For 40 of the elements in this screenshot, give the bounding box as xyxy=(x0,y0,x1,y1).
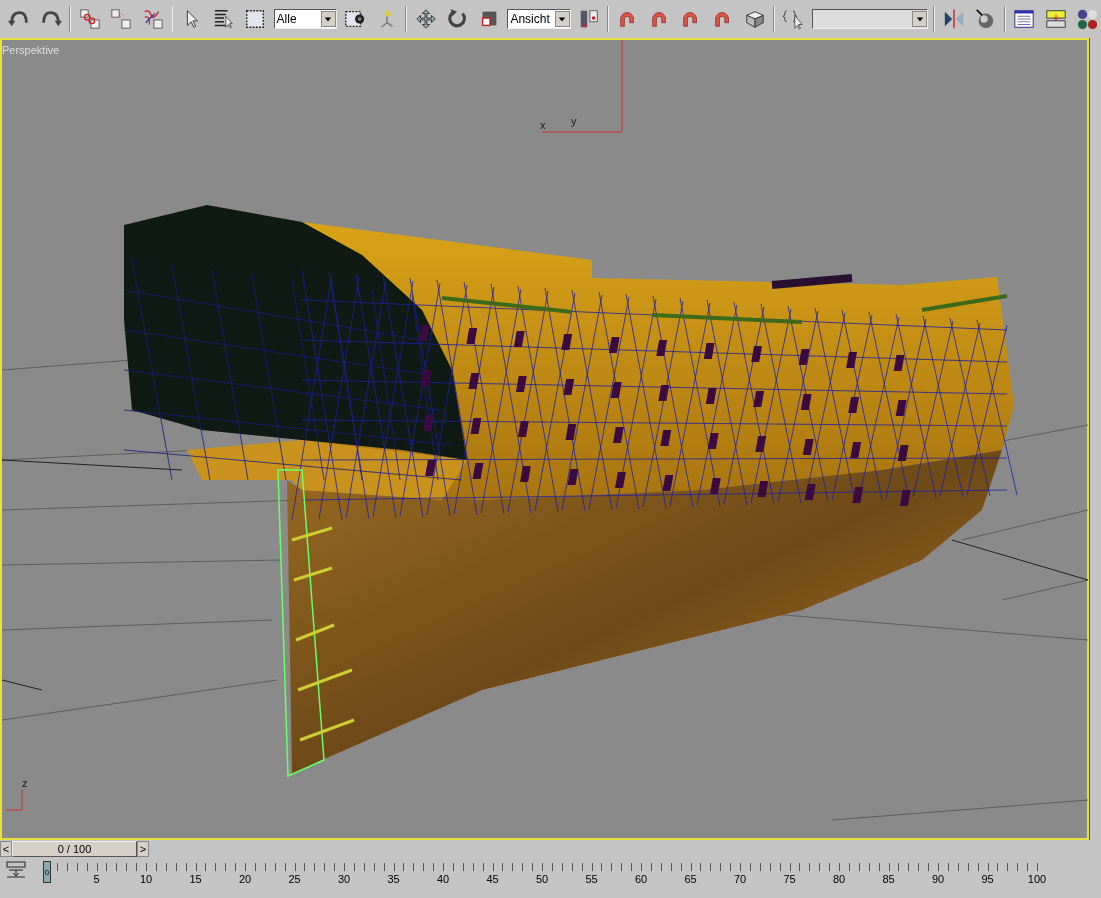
dropdown-arrow-icon xyxy=(558,15,567,23)
axis-label: z xyxy=(22,778,28,789)
perspective-viewport[interactable]: Perspektive x y z xyxy=(0,38,1089,840)
frame-number: 10 xyxy=(139,873,153,885)
frame-number: 70 xyxy=(733,873,747,885)
frame-number: 5 xyxy=(93,873,100,885)
frame-number: 45 xyxy=(486,873,499,885)
frame-number: 80 xyxy=(832,873,846,885)
bottom-axis-gizmo-icon xyxy=(5,789,23,811)
next-frame-button[interactable]: > xyxy=(137,840,149,857)
reference-coordinate-dropdown[interactable]: Ansicht xyxy=(507,9,571,29)
previous-frame-button[interactable]: < xyxy=(0,840,12,857)
frame-number: 90 xyxy=(931,873,945,885)
frame-number: 65 xyxy=(684,873,697,885)
frame-number: 15 xyxy=(189,873,202,885)
current-frame-marker[interactable]: 0 xyxy=(43,861,51,883)
frame-number: 25 xyxy=(288,873,301,885)
frame-number: 95 xyxy=(981,873,994,885)
viewport-label: Perspektive xyxy=(2,44,60,56)
time-slider-track[interactable]: 0 / 100 > xyxy=(12,840,1088,857)
dropdown-arrow-icon xyxy=(915,15,924,23)
top-axis-gizmo-icon xyxy=(541,40,623,133)
frame-number: 40 xyxy=(436,873,450,885)
axis-label: y xyxy=(571,116,577,127)
selection-filter-dropdown[interactable]: Alle xyxy=(273,9,337,29)
frame-number: 20 xyxy=(238,873,252,885)
frame-number: 85 xyxy=(882,873,895,885)
axis-label: x xyxy=(540,120,546,131)
frame-number: 55 xyxy=(585,873,598,885)
frame-number: 75 xyxy=(783,873,796,885)
frame-number: 50 xyxy=(535,873,549,885)
time-slider-thumb[interactable]: 0 / 100 xyxy=(12,840,137,857)
named-selection-field[interactable] xyxy=(811,9,929,29)
curve-editor-icon[interactable] xyxy=(6,861,26,879)
frame-number: 35 xyxy=(387,873,400,885)
dropdown-arrow-icon xyxy=(324,15,333,23)
frame-number: 30 xyxy=(337,873,351,885)
frame-number: 100 xyxy=(1027,873,1047,885)
frame-number: 60 xyxy=(634,873,648,885)
track-bar[interactable]: 0 5 10 15 20 25 30 35 40 45 50 55 60 65 70 75 80 85 90 95 100 xyxy=(43,861,1073,891)
